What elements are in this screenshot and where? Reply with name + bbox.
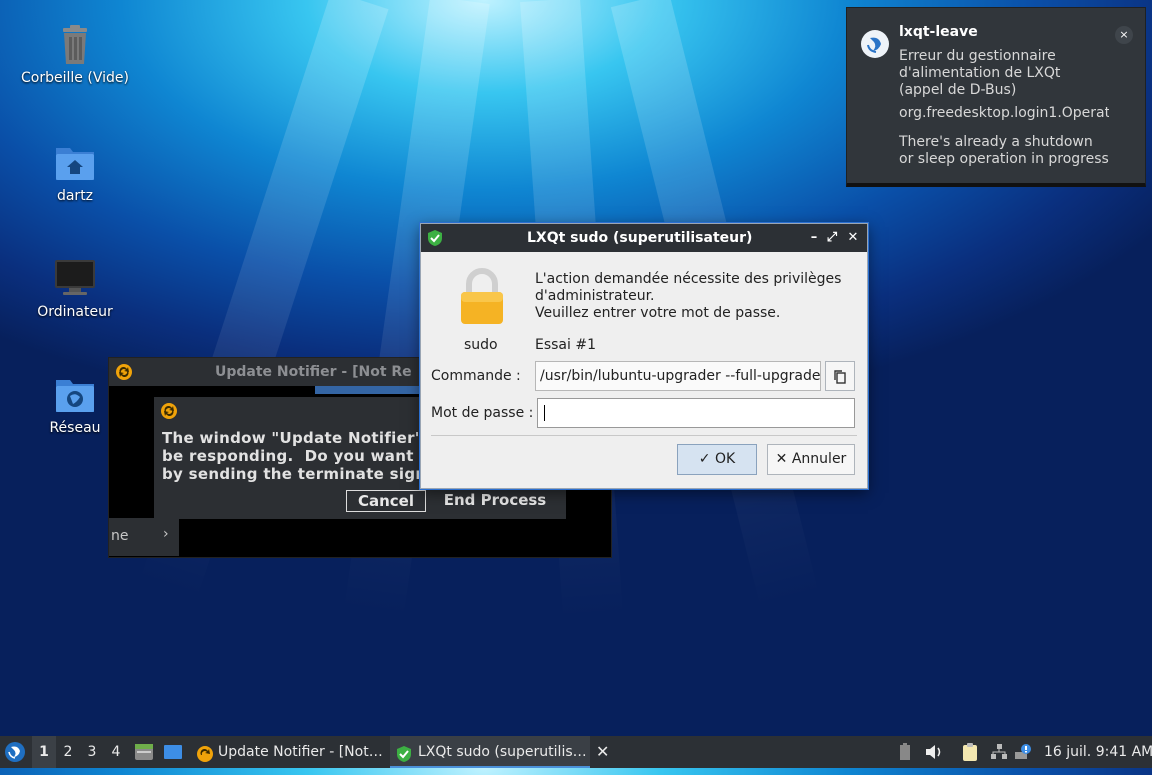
desktop-icon-computer[interactable]: Ordinateur xyxy=(20,256,130,320)
end-process-button[interactable]: End Process xyxy=(440,490,550,510)
notification-close-button[interactable]: × xyxy=(1115,26,1133,44)
cancel-button[interactable]: Cancel xyxy=(346,490,426,512)
notification-line: org.freedesktop.login1.OperationInProgre… xyxy=(899,105,1109,121)
dialog-separator xyxy=(431,435,857,436)
task-label: Update Notifier - [Not… xyxy=(218,744,383,760)
message-line: by sending the terminate signa xyxy=(162,465,437,483)
check-icon: ✓ xyxy=(698,451,711,467)
workspace-1[interactable]: 1 xyxy=(32,736,56,768)
command-label: Commande : xyxy=(431,368,521,384)
cancel-x-icon: ✕ xyxy=(775,451,788,467)
sudo-user-label: sudo xyxy=(464,337,498,353)
desktop-icon xyxy=(164,745,182,759)
update-notifier-icon xyxy=(115,363,133,391)
copy-button[interactable] xyxy=(825,361,855,391)
desktop-icon-label: Corbeille (Vide) xyxy=(21,70,129,86)
ok-label: OK xyxy=(714,451,736,467)
update-side-panel[interactable]: ne › xyxy=(109,518,179,556)
cancel-label: Annuler xyxy=(791,451,847,467)
network-folder-icon xyxy=(53,372,97,416)
notification-line: There's already a shutdown or sleep oper… xyxy=(899,134,1109,167)
sudo-dialog-titlebar[interactable]: LXQt sudo (superutilisateur) – ⤢ ✕ xyxy=(421,224,867,252)
taskbar: 1 2 3 4 Update Notifier - [Not… LXQt sud… xyxy=(0,736,1152,768)
shield-icon xyxy=(427,229,443,257)
maximize-button[interactable]: ⤢ xyxy=(823,224,841,252)
network-icon[interactable] xyxy=(990,736,1010,768)
sudo-message-line: L'action demandée nécessite des privilèg… xyxy=(535,271,842,287)
update-progress-strip xyxy=(315,386,435,394)
update-notifier-title: Update Notifier - [Not Re xyxy=(215,364,412,380)
notification-popup[interactable]: lxqt-leave × Erreur du gestionnaire d'al… xyxy=(846,7,1146,187)
notification-line: Erreur du gestionnaire d'alimentation de… xyxy=(899,48,1061,98)
lxqt-leave-icon xyxy=(861,30,889,58)
task-label: LXQt sudo (superutilis… xyxy=(418,744,587,760)
sudo-message-line: d'administrateur. xyxy=(535,288,655,304)
task-update-notifier[interactable]: Update Notifier - [Not… xyxy=(192,736,386,768)
command-field[interactable]: /usr/bin/lubuntu-upgrader --full-upgrade xyxy=(535,361,821,391)
lubuntu-logo-icon xyxy=(5,742,25,762)
copy-icon xyxy=(834,370,846,384)
clock[interactable]: 16 juil. 9:41 AM xyxy=(1044,736,1152,768)
update-notifier-icon xyxy=(196,743,214,768)
shield-icon xyxy=(396,743,412,766)
workspace-3[interactable]: 3 xyxy=(80,736,104,768)
volume-icon[interactable] xyxy=(924,736,946,768)
update-notifier-icon xyxy=(160,402,178,424)
update-alert-icon[interactable] xyxy=(1014,736,1034,768)
attempt-label: Essai #1 xyxy=(535,337,596,353)
cancel-button[interactable]: ✕ Annuler xyxy=(767,444,855,475)
file-manager-launcher[interactable] xyxy=(134,736,154,768)
not-responding-message: The window "Update Notifier" d be respon… xyxy=(162,429,439,483)
message-line: The window "Update Notifier" d xyxy=(162,429,440,447)
main-menu-button[interactable] xyxy=(4,736,28,768)
message-line: be responding. Do you want to xyxy=(162,447,438,465)
computer-icon xyxy=(53,256,97,300)
desktop-icon-label: Ordinateur xyxy=(37,304,113,320)
sudo-message: L'action demandée nécessite des privilèg… xyxy=(535,271,841,322)
notification-body: Erreur du gestionnaire d'alimentation de… xyxy=(899,48,1109,174)
notification-app-name: lxqt-leave xyxy=(899,24,978,40)
trash-icon xyxy=(53,22,97,66)
desktop-icon-label: dartz xyxy=(56,188,94,204)
workspace-4[interactable]: 4 xyxy=(104,736,128,768)
password-label: Mot de passe : xyxy=(431,405,534,421)
workspace-2[interactable]: 2 xyxy=(56,736,80,768)
task-lxqt-sudo[interactable]: LXQt sudo (superutilis… xyxy=(390,736,590,768)
close-window-icon[interactable]: ✕ xyxy=(596,736,612,768)
home-folder-icon xyxy=(53,140,97,184)
minimize-button[interactable]: – xyxy=(805,224,823,252)
password-field[interactable] xyxy=(537,398,855,428)
chevron-right-icon: › xyxy=(163,526,169,542)
lock-icon xyxy=(459,268,505,326)
desktop-icon-home[interactable]: dartz xyxy=(20,140,130,204)
ok-button[interactable]: ✓ OK xyxy=(677,444,757,475)
close-button[interactable]: ✕ xyxy=(844,224,862,252)
desktop-icon-trash[interactable]: Corbeille (Vide) xyxy=(20,22,130,86)
sudo-dialog-title: LXQt sudo (superutilisateur) xyxy=(527,230,753,246)
clipboard-icon[interactable] xyxy=(960,736,982,768)
sudo-message-line: Veuillez entrer votre mot de passe. xyxy=(535,305,781,321)
battery-icon[interactable] xyxy=(898,736,914,768)
update-side-text: ne xyxy=(111,528,129,544)
sudo-dialog[interactable]: LXQt sudo (superutilisateur) – ⤢ ✕ L'act… xyxy=(420,223,868,489)
text-cursor xyxy=(544,405,545,421)
show-desktop-button[interactable] xyxy=(163,736,183,768)
file-manager-icon xyxy=(135,744,153,760)
